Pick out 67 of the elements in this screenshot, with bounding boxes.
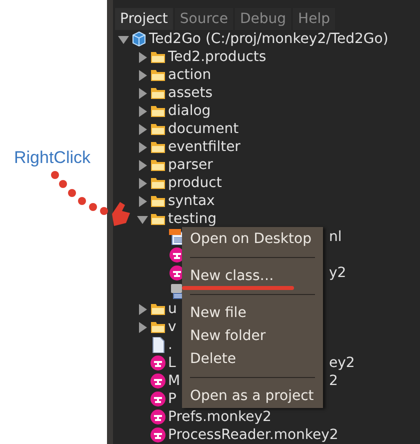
menu-item[interactable]: New folder	[182, 325, 323, 348]
folder-name[interactable]: dialog	[168, 102, 211, 120]
folder-name[interactable]: Ted2Go (C:/proj/monkey2/Ted2Go)	[149, 30, 388, 48]
expand-arrow-icon[interactable]	[137, 196, 148, 206]
expand-arrow-icon[interactable]	[137, 178, 148, 188]
file-icon	[150, 337, 166, 353]
collapse-arrow-icon[interactable]	[137, 214, 148, 224]
file-name[interactable]: ey2	[329, 354, 355, 372]
folder-name[interactable]: document	[168, 120, 239, 138]
expand-arrow-icon[interactable]	[137, 106, 148, 116]
menu-item[interactable]: Open on Desktop	[182, 228, 323, 251]
monkey-icon	[150, 409, 166, 425]
folder-icon	[150, 139, 166, 155]
tab[interactable]: Help	[293, 8, 335, 30]
menu-item[interactable]: New file	[182, 302, 323, 325]
folder-name[interactable]: syntax	[168, 192, 215, 210]
file-name[interactable]: 2	[329, 372, 338, 390]
collapse-arrow-icon[interactable]	[118, 34, 129, 44]
folder-name[interactable]: Ted2.products	[168, 48, 266, 66]
folder-name[interactable]: u	[168, 300, 177, 318]
menu-item[interactable]: Delete	[182, 348, 323, 371]
folder-name[interactable]: product	[168, 174, 222, 192]
tab[interactable]: Project	[115, 8, 173, 30]
monkey-icon	[150, 373, 166, 389]
expand-arrow-icon[interactable]	[137, 88, 148, 98]
folder-name[interactable]: eventfilter	[168, 138, 240, 156]
annotation-label: RightClick	[14, 148, 91, 168]
file-name[interactable]: y2	[329, 264, 346, 282]
file-name[interactable]: .	[168, 336, 172, 354]
folder-name[interactable]: v	[168, 318, 176, 336]
file-name[interactable]: nl	[329, 228, 342, 246]
folder-name[interactable]: parser	[168, 156, 213, 174]
expand-arrow-icon[interactable]	[137, 322, 148, 332]
menu-item[interactable]: Open as a project	[182, 385, 323, 408]
expand-arrow-icon[interactable]	[137, 304, 148, 314]
folder-icon	[150, 211, 166, 227]
folder-icon	[150, 193, 166, 209]
folder-icon	[150, 319, 166, 335]
folder-icon	[150, 121, 166, 137]
file-name[interactable]: M	[168, 372, 180, 390]
image-file-icon	[169, 283, 185, 299]
expand-arrow-icon[interactable]	[137, 160, 148, 170]
folder-icon	[150, 103, 166, 119]
folder-icon	[150, 157, 166, 173]
expand-arrow-icon[interactable]	[137, 124, 148, 134]
folder-name[interactable]: action	[168, 66, 212, 84]
menu-item[interactable]: New class…	[182, 265, 323, 288]
tab[interactable]: Debug	[235, 8, 292, 30]
cube-icon	[131, 31, 147, 47]
folder-icon	[150, 67, 166, 83]
file-name[interactable]: P	[168, 390, 176, 408]
folder-name[interactable]: assets	[168, 84, 213, 102]
folder-name[interactable]: testing	[168, 210, 217, 228]
expand-arrow-icon[interactable]	[137, 52, 148, 62]
expand-arrow-icon[interactable]	[137, 70, 148, 80]
folder-icon	[150, 85, 166, 101]
expand-arrow-icon[interactable]	[137, 142, 148, 152]
monkey-icon	[150, 355, 166, 371]
monkey-icon	[150, 427, 166, 443]
folder-icon	[150, 301, 166, 317]
file-name[interactable]: ProcessReader.monkey2	[168, 426, 338, 444]
tab[interactable]: Source	[174, 8, 233, 30]
file-name[interactable]: L	[168, 354, 176, 372]
folder-icon	[150, 49, 166, 65]
file-name[interactable]: Prefs.monkey2	[168, 408, 272, 426]
folder-icon	[150, 175, 166, 191]
monkey-icon	[150, 391, 166, 407]
